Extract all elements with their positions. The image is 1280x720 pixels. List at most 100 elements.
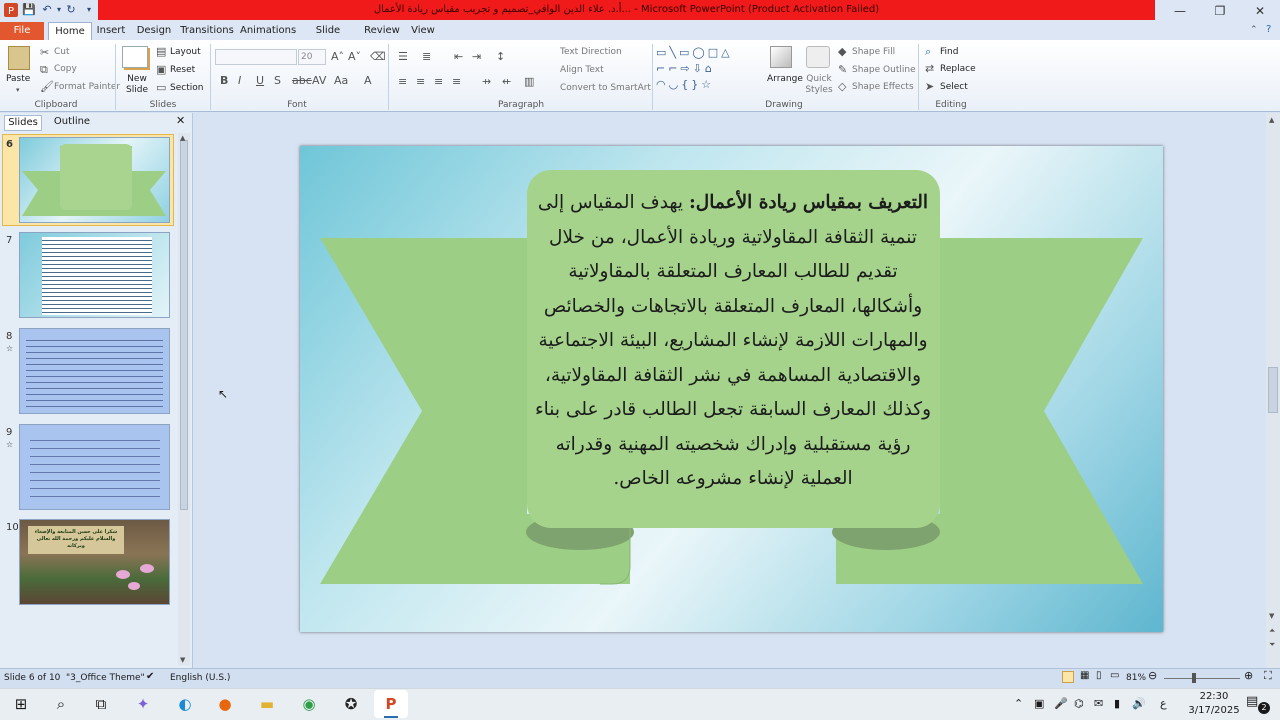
arrange-icon[interactable] xyxy=(770,46,792,68)
zoom-out-icon[interactable]: ⊖ xyxy=(1148,669,1157,682)
change-case-icon[interactable]: Aa xyxy=(334,74,348,87)
tab-transitions[interactable]: Transitions xyxy=(180,22,234,40)
tab-design[interactable]: Design xyxy=(134,22,174,40)
customize-toolbar-icon[interactable]: ▾ xyxy=(82,3,96,17)
cut-button[interactable]: Cut xyxy=(54,47,70,57)
tab-home[interactable]: Home xyxy=(48,22,92,40)
find-icon[interactable]: ⌕ xyxy=(925,45,931,59)
slide-thumbnail-6[interactable] xyxy=(19,137,170,223)
replace-icon[interactable]: ⇄ xyxy=(925,62,934,75)
zoom-slider[interactable] xyxy=(1164,678,1240,679)
zoom-slider-thumb[interactable] xyxy=(1192,673,1196,683)
quick-styles-icon[interactable] xyxy=(806,46,830,68)
scroll-down-icon[interactable]: ▼ xyxy=(1269,612,1274,620)
find-button[interactable]: Find xyxy=(940,47,958,57)
scroll-up-icon[interactable]: ▲ xyxy=(1269,116,1274,124)
slide-body-text[interactable]: التعريف بمقياس ريادة الأعمال: يهدف المقي… xyxy=(532,186,934,506)
decrease-indent-icon[interactable]: ⇤ xyxy=(454,50,463,63)
align-left-icon[interactable]: ≡ xyxy=(398,75,407,88)
quick-styles-button[interactable]: Quick Styles xyxy=(804,74,834,96)
clear-formatting-icon[interactable]: ⌫ xyxy=(370,50,386,63)
windows-start-icon[interactable]: ⊞ xyxy=(8,692,34,716)
battery-icon[interactable]: ▮ xyxy=(1114,697,1120,710)
shrink-font-icon[interactable]: A˅ xyxy=(348,50,361,63)
paste-icon[interactable] xyxy=(8,46,30,70)
tray-chevron-icon[interactable]: ⌃ xyxy=(1014,697,1023,710)
shapes-gallery[interactable]: ▭╲▭◯□△ ⌐⌐⇨⇩⌂ ◠◡{}☆ xyxy=(656,45,764,95)
new-slide-button[interactable]: New Slide xyxy=(120,74,154,96)
proofing-icon[interactable]: ✔ xyxy=(146,671,154,682)
close-panel-button[interactable]: ✕ xyxy=(176,114,185,127)
notifications-icon[interactable]: ▤ xyxy=(1246,694,1258,709)
copilot-icon[interactable]: ✦ xyxy=(130,692,156,716)
chrome-icon[interactable]: ◉ xyxy=(296,692,322,716)
tab-animations[interactable]: Animations xyxy=(240,22,296,40)
keyboard-language[interactable]: ع xyxy=(1160,697,1167,710)
close-button[interactable]: ✕ xyxy=(1240,0,1280,22)
tab-slides[interactable]: Slides xyxy=(4,115,42,131)
shape-fill-button[interactable]: Shape Fill xyxy=(852,47,895,57)
slide-show-icon[interactable]: ▭ xyxy=(1110,670,1119,681)
editor-scroll-thumb[interactable] xyxy=(1268,367,1278,413)
reset-icon[interactable]: ▣ xyxy=(156,63,166,76)
shape-effects-icon[interactable]: ◇ xyxy=(838,80,846,93)
tab-outline[interactable]: Outline xyxy=(50,115,94,131)
character-spacing-icon[interactable]: AV xyxy=(312,74,326,87)
restore-button[interactable]: ❐ xyxy=(1200,0,1240,22)
network-icon[interactable]: ⌬ xyxy=(1074,697,1084,710)
arrange-button[interactable]: Arrange xyxy=(767,74,803,84)
tab-file[interactable]: File xyxy=(0,22,44,40)
normal-view-icon[interactable] xyxy=(1062,671,1074,683)
paste-dropdown-icon[interactable]: ▾ xyxy=(16,86,20,94)
search-icon[interactable]: ⌕ xyxy=(48,692,74,716)
save-icon[interactable]: 💾 xyxy=(22,3,36,17)
shape-outline-icon[interactable]: ✎ xyxy=(838,63,847,76)
app-icon[interactable]: ✪ xyxy=(338,692,364,716)
task-view-icon[interactable]: ⧉ xyxy=(88,692,114,716)
slide-thumbnail-7[interactable] xyxy=(19,232,170,318)
slide-sorter-icon[interactable]: ▦ xyxy=(1080,670,1089,681)
font-size-select[interactable]: 20 xyxy=(298,49,326,65)
bullets-icon[interactable]: ☰ xyxy=(398,50,408,63)
section-icon[interactable]: ▭ xyxy=(156,81,166,94)
increase-indent-icon[interactable]: ⇥ xyxy=(472,50,481,63)
minimize-ribbon-icon[interactable]: ⌃ xyxy=(1250,25,1258,35)
bold-icon[interactable]: B xyxy=(220,74,228,87)
format-painter-button[interactable]: Format Painter xyxy=(54,82,120,92)
tab-review[interactable]: Review xyxy=(362,22,402,40)
grow-font-icon[interactable]: A˄ xyxy=(331,50,344,63)
select-icon[interactable]: ➤ xyxy=(925,80,934,93)
layout-icon[interactable]: ▤ xyxy=(156,45,166,58)
zoom-level[interactable]: 81% xyxy=(1126,673,1146,683)
slide-thumbnail-9[interactable] xyxy=(19,424,170,510)
volume-icon[interactable]: 🔊 xyxy=(1132,697,1146,710)
tray-app-icon[interactable]: ▣ xyxy=(1034,697,1044,710)
minimize-button[interactable]: — xyxy=(1160,0,1200,22)
scroll-down-icon[interactable]: ▼ xyxy=(180,656,185,664)
help-icon[interactable]: ? xyxy=(1266,24,1271,35)
tab-slide-show[interactable]: Slide Show xyxy=(302,22,354,54)
underline-icon[interactable]: U xyxy=(256,74,264,87)
font-color-icon[interactable]: A xyxy=(364,74,372,87)
justify-icon[interactable]: ≡ xyxy=(452,75,461,88)
layout-button[interactable]: Layout xyxy=(170,47,201,57)
align-text-button[interactable]: Align Text xyxy=(560,65,604,75)
italic-icon[interactable]: I xyxy=(238,74,241,87)
panel-scroll-thumb[interactable] xyxy=(180,140,188,510)
zoom-in-icon[interactable]: ⊕ xyxy=(1244,669,1253,682)
cut-icon[interactable]: ✂ xyxy=(40,46,49,59)
file-explorer-icon[interactable]: ▬ xyxy=(254,692,280,716)
convert-smartart-button[interactable]: Convert to SmartArt xyxy=(560,83,651,93)
edge-icon[interactable]: ◐ xyxy=(172,692,198,716)
paste-button[interactable]: Paste xyxy=(6,74,30,84)
align-right-icon[interactable]: ≡ xyxy=(434,75,443,88)
format-painter-icon[interactable]: 🖌 xyxy=(40,80,54,93)
fit-to-window-icon[interactable]: ⛶ xyxy=(1264,669,1272,683)
tab-view[interactable]: View xyxy=(408,22,438,40)
font-family-select[interactable] xyxy=(215,49,297,65)
microphone-icon[interactable]: 🎤 xyxy=(1054,697,1068,710)
reading-view-icon[interactable]: ▯ xyxy=(1096,670,1102,681)
next-slide-icon[interactable]: ⏷ xyxy=(1269,640,1275,650)
shadow-icon[interactable]: S xyxy=(274,74,281,87)
rtl-icon[interactable]: ⇷ xyxy=(502,75,511,88)
